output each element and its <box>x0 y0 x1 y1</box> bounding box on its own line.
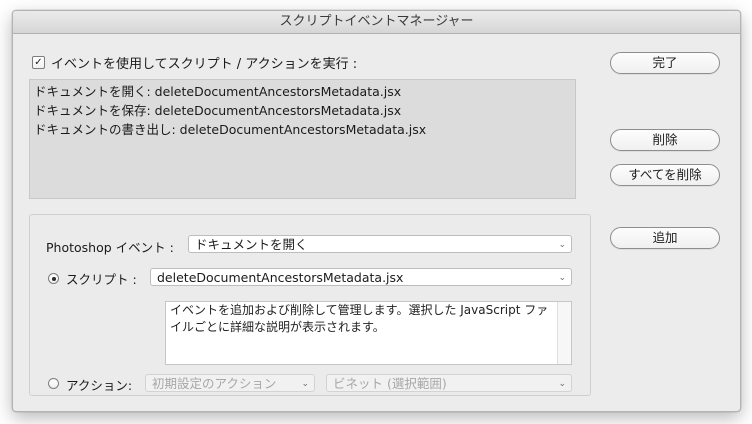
event-settings-group: Photoshop イベント : ドキュメントを開く ⌄ スクリプト : del… <box>29 214 591 396</box>
list-item[interactable]: ドキュメントを保存: deleteDocumentAncestorsMetada… <box>30 101 575 120</box>
photoshop-event-label: Photoshop イベント : <box>46 240 174 255</box>
event-list[interactable]: ドキュメントを開く: deleteDocumentAncestorsMetada… <box>29 79 576 199</box>
script-label: スクリプト : <box>66 272 137 287</box>
action-select[interactable]: ビネット (選択範囲) ⌄ <box>326 374 572 392</box>
script-radio[interactable] <box>48 273 59 284</box>
chevron-down-icon: ⌄ <box>301 379 309 389</box>
enable-events-label: イベントを使用してスクリプト / アクションを実行 : <box>51 57 358 72</box>
list-item[interactable]: ドキュメントを開く: deleteDocumentAncestorsMetada… <box>30 82 575 101</box>
script-description-text: イベントを追加および削除して管理します。選択した JavaScript ファイル… <box>170 303 549 334</box>
window-title: スクリプトイベントマネージャー <box>13 11 740 34</box>
enable-events-row[interactable]: ✓ イベントを使用してスクリプト / アクションを実行 : <box>32 53 357 72</box>
chevron-down-icon: ⌄ <box>558 273 566 283</box>
delete-all-button[interactable]: すべてを削除 <box>610 164 720 186</box>
delete-button[interactable]: 削除 <box>610 129 720 151</box>
list-item[interactable]: ドキュメントの書き出し: deleteDocumentAncestorsMeta… <box>30 120 575 139</box>
add-button[interactable]: 追加 <box>610 227 720 249</box>
action-set-select[interactable]: 初期設定のアクション ⌄ <box>145 374 315 392</box>
chevron-down-icon: ⌄ <box>558 240 566 250</box>
description-scrollbar[interactable] <box>557 302 571 364</box>
script-value: deleteDocumentAncestorsMetadata.jsx <box>157 270 404 285</box>
chevron-down-icon: ⌄ <box>558 379 566 389</box>
script-select[interactable]: deleteDocumentAncestorsMetadata.jsx ⌄ <box>150 268 572 286</box>
script-events-manager-dialog: スクリプトイベントマネージャー ✓ イベントを使用してスクリプト / アクション… <box>12 10 741 412</box>
action-value: ビネット (選択範囲) <box>333 376 447 391</box>
photoshop-event-select[interactable]: ドキュメントを開く ⌄ <box>188 235 572 253</box>
action-radio[interactable] <box>48 378 59 389</box>
photoshop-event-value: ドキュメントを開く <box>195 237 308 252</box>
done-button[interactable]: 完了 <box>610 52 720 74</box>
action-label: アクション: <box>66 378 133 393</box>
enable-events-checkbox[interactable]: ✓ <box>32 56 45 69</box>
script-description: イベントを追加および削除して管理します。選択した JavaScript ファイル… <box>165 301 572 365</box>
action-set-value: 初期設定のアクション <box>152 376 277 391</box>
